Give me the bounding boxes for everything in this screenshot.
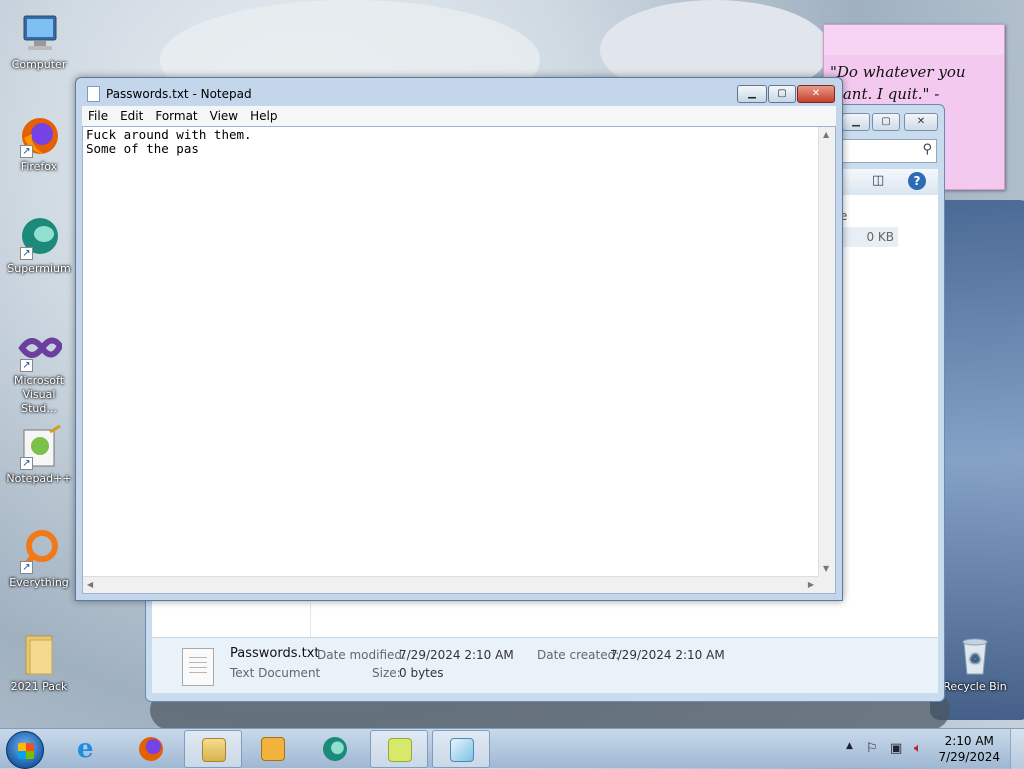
scroll-down-icon[interactable]: ▼ <box>823 564 829 573</box>
explorer-maximize-button[interactable]: ▢ <box>872 113 900 131</box>
shortcut-arrow-icon: ↗ <box>20 359 33 372</box>
visual-studio-icon: ↗ <box>16 326 64 372</box>
menu-help[interactable]: Help <box>244 106 283 126</box>
shortcut-arrow-icon: ↗ <box>20 561 33 574</box>
details-date-modified: 7/29/2024 2:10 AM <box>399 648 514 662</box>
file-size-cell: 0 KB <box>842 227 898 247</box>
notepad-window[interactable]: Passwords.txt - Notepad ▁ ▢ ✕ File Edit Fo… <box>75 77 843 601</box>
maximize-button[interactable]: ▢ <box>768 85 796 103</box>
desktop-icon-supermium[interactable]: ↗ Supermium <box>4 214 74 276</box>
desktop-icon-everything[interactable]: ↗ Everything <box>4 528 74 590</box>
search-icon: ⚲ <box>922 142 932 157</box>
notepad-icon <box>450 738 474 762</box>
details-date-created-label: Date created: <box>537 648 620 662</box>
pane-divider <box>310 603 311 637</box>
taskbar-supermium[interactable] <box>306 730 364 768</box>
close-button[interactable]: ✕ <box>797 85 835 103</box>
firefox-icon <box>139 737 163 761</box>
text-editor[interactable]: Fuck around with them. Some of the pas ▲… <box>82 126 836 594</box>
scroll-left-icon[interactable]: ◀ <box>87 580 93 589</box>
window-title: Passwords.txt - Notepad <box>106 87 252 101</box>
taskbar-sticky-notes[interactable] <box>370 730 428 768</box>
shortcut-arrow-icon: ↗ <box>20 247 33 260</box>
folder-icon <box>16 632 62 678</box>
supermium-icon: ↗ <box>16 214 62 260</box>
details-date-created: 7/29/2024 2:10 AM <box>610 648 725 662</box>
show-hidden-icons-icon[interactable]: ▲ <box>846 741 853 751</box>
scroll-right-icon[interactable]: ▶ <box>808 580 814 589</box>
details-file-name: Passwords.txt <box>230 646 320 661</box>
desktop-icon-visual-studio[interactable]: ↗ Microsoft Visual Stud... <box>4 326 74 416</box>
sticky-note-bar[interactable] <box>824 25 1004 55</box>
minimize-button[interactable]: ▁ <box>737 85 767 103</box>
horizontal-scrollbar[interactable]: ◀ ▶ <box>83 576 818 593</box>
menu-bar: File Edit Format View Help <box>82 106 836 126</box>
scroll-up-icon[interactable]: ▲ <box>823 130 829 139</box>
preview-pane-icon[interactable]: ◫ <box>872 173 884 188</box>
folder-icon <box>202 738 226 762</box>
volume-muted-icon[interactable]: 🔈︎ <box>914 741 922 756</box>
desktop-icon-2021-pack[interactable]: 2021 Pack <box>4 632 74 694</box>
details-date-modified-label: Date modified: <box>317 648 407 662</box>
editor-content[interactable]: Fuck around with them. Some of the pas <box>86 128 817 575</box>
internet-explorer-icon: e <box>77 734 94 764</box>
taskbar-notepad[interactable] <box>432 730 490 768</box>
menu-file[interactable]: File <box>82 106 114 126</box>
action-center-flag-icon[interactable]: ⚐ <box>866 741 878 756</box>
scrollbar-corner <box>818 576 835 593</box>
menu-format[interactable]: Format <box>149 106 203 126</box>
explorer-minimize-button[interactable]: ▁ <box>842 113 870 131</box>
start-button[interactable] <box>6 731 44 769</box>
system-tray: ▲ ⚐ ▣ 🔈︎ 2:10 AM 7/29/2024 <box>840 729 1024 769</box>
clock[interactable]: 2:10 AM 7/29/2024 <box>938 733 1000 765</box>
everything-icon: ↗ <box>16 528 62 574</box>
menu-edit[interactable]: Edit <box>114 106 149 126</box>
desktop-icon-recycle-bin[interactable]: ♻ Recycle Bin <box>940 632 1010 694</box>
desktop-icon-firefox[interactable]: ↗ Firefox <box>4 112 74 174</box>
supermium-icon <box>323 737 347 761</box>
explorer-close-button[interactable]: ✕ <box>904 113 938 131</box>
desktop-icon-computer[interactable]: Computer <box>4 10 74 72</box>
vertical-scrollbar[interactable]: ▲ ▼ <box>818 127 835 576</box>
computer-icon <box>16 10 62 56</box>
details-pane: Passwords.txt Text Document Date modifie… <box>152 637 938 693</box>
notepad-icon <box>87 86 100 102</box>
details-size: 0 bytes <box>399 666 444 680</box>
notepadpp-icon: ↗ <box>16 424 62 470</box>
text-document-icon <box>182 648 214 686</box>
firefox-icon: ↗ <box>16 112 62 158</box>
taskbar-firefox[interactable] <box>122 730 180 768</box>
sticky-note-text[interactable]: "Do whatever you want. I quit." - <box>824 55 1004 111</box>
sticky-notes-icon <box>388 738 412 762</box>
show-desktop-button[interactable] <box>1010 729 1024 769</box>
desktop-icon-notepadpp[interactable]: ↗ Notepad++ <box>4 424 74 486</box>
taskbar-media-player[interactable] <box>244 730 302 768</box>
media-player-icon <box>261 737 285 761</box>
recycle-bin-icon: ♻ <box>952 632 998 678</box>
taskbar-internet-explorer[interactable]: e <box>60 730 118 768</box>
shortcut-arrow-icon: ↗ <box>20 145 33 158</box>
details-size-label: Size: <box>372 666 401 680</box>
menu-view[interactable]: View <box>204 106 244 126</box>
clock-time: 2:10 AM <box>944 734 994 748</box>
details-file-type: Text Document <box>230 666 321 680</box>
shortcut-arrow-icon: ↗ <box>20 457 33 470</box>
clock-date: 7/29/2024 <box>938 750 1000 764</box>
taskbar-explorer[interactable] <box>184 730 242 768</box>
taskbar: e ▲ ⚐ ▣ 🔈︎ 2:10 AM 7/29/2024 <box>0 728 1024 769</box>
explorer-search-input[interactable]: ⚲ <box>841 139 937 163</box>
help-icon[interactable]: ? <box>908 172 926 190</box>
svg-text:♻: ♻ <box>970 652 981 666</box>
network-icon[interactable]: ▣ <box>890 741 902 756</box>
